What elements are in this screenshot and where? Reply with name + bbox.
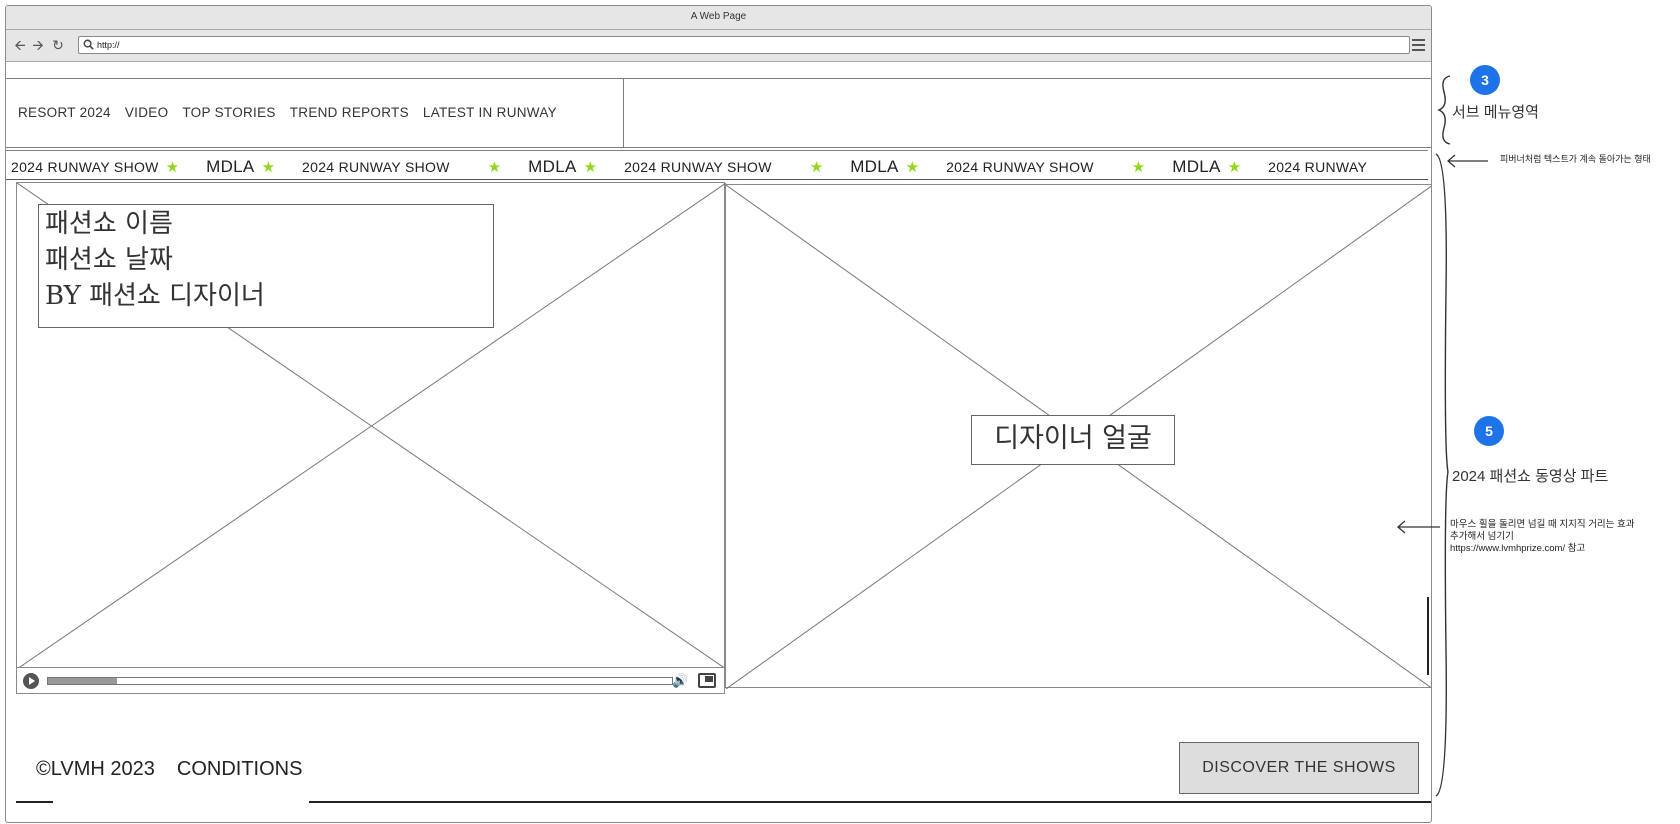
wheel-note-line-2: 추가해서 넘기기 [1450, 531, 1514, 542]
ticker-item: 2024 RUNWAY SHOW [946, 159, 1094, 175]
star-icon: ★ [583, 159, 598, 176]
nav-item-trend-reports[interactable]: TREND REPORTS [290, 105, 409, 120]
url-text: http:// [97, 40, 120, 50]
left-arrow-icon [1397, 520, 1440, 534]
star-icon: ★ [1227, 159, 1242, 176]
nav-item-resort-2024[interactable]: RESORT 2024 [18, 105, 111, 120]
marquee-ticker: 2024 RUNWAY SHOW ★ MDLA ★ 2024 RUNWAY SHOW… [6, 150, 1428, 180]
star-icon: ★ [809, 159, 824, 176]
show-date: 패션쇼 날짜 [45, 245, 173, 275]
nav-item-latest-in-runway[interactable]: LATEST IN RUNWAY [423, 105, 557, 120]
sub-menu: RESORT 2024 VIDEO TOP STORIES TREND REPO… [6, 79, 624, 147]
video-part-annotation: 2024 패션쇼 동영상 파트 [1452, 468, 1609, 485]
browser-window: A Web Page 🡨 🡪 ↻ http:// RESORT 2024 VID… [5, 5, 1432, 823]
annotation-badge-5: 5 [1474, 416, 1504, 446]
video-progress-fill [48, 678, 117, 684]
footer-links: ©LVMH 2023 CONDITIONS [36, 758, 302, 781]
sub-navbar: RESORT 2024 VIDEO TOP STORIES TREND REPO… [6, 78, 1431, 148]
play-icon[interactable] [23, 673, 39, 689]
volume-icon[interactable]: 🔊 [672, 672, 690, 690]
back-arrow-icon[interactable]: 🡨 [12, 37, 28, 53]
forward-arrow-icon[interactable]: 🡪 [30, 37, 46, 53]
designer-image-placeholder: 디자이너 얼굴 [725, 184, 1431, 689]
wheel-note-line-1: 마우스 휠을 돌리면 넘길 때 지지직 거리는 효과 [1450, 519, 1635, 530]
conditions-link[interactable]: CONDITIONS [177, 758, 303, 781]
fullscreen-icon[interactable] [698, 673, 716, 688]
show-name: 패션쇼 이름 [45, 209, 173, 239]
video-player[interactable]: 패션쇼 이름 패션쇼 날짜 BY 패션쇼 디자이너 🔊 [16, 182, 726, 694]
ticker-annotation: 피버너처럼 텍스트가 계속 돌아가는 형태 [1500, 154, 1651, 164]
reload-icon[interactable]: ↻ [50, 37, 66, 53]
ticker-item: 2024 RUNWAY [1268, 159, 1368, 175]
show-info-box: 패션쇼 이름 패션쇼 날짜 BY 패션쇼 디자이너 [38, 204, 494, 328]
wheel-annotation: 마우스 휠을 돌리면 넘길 때 지지직 거리는 효과 추가해서 넘기기 http… [1450, 519, 1635, 555]
star-icon: ★ [1131, 159, 1146, 176]
ticker-item: MDLA [1172, 157, 1221, 176]
show-designer: BY 패션쇼 디자이너 [45, 281, 265, 311]
star-icon: ★ [165, 159, 180, 176]
submenu-annotation: 서브 메뉴영역 [1452, 104, 1539, 121]
browser-toolbar: 🡨 🡪 ↻ http:// [6, 30, 1431, 62]
wheel-note-line-3: https://www.lvmhprize.com/ 참고 [1450, 543, 1586, 554]
hamburger-menu-icon[interactable] [1412, 39, 1425, 51]
ticker-item: 2024 RUNWAY SHOW [302, 159, 450, 175]
address-bar[interactable]: http:// [78, 36, 1410, 54]
ticker-item: 2024 RUNWAY SHOW [624, 159, 772, 175]
star-icon: ★ [905, 159, 920, 176]
video-controls: 🔊 [17, 667, 724, 693]
designer-face-label: 디자이너 얼굴 [971, 415, 1175, 465]
nav-item-video[interactable]: VIDEO [125, 105, 169, 120]
long-brace-icon [1435, 153, 1449, 797]
ticker-item: 2024 RUNWAY SHOW [11, 159, 159, 175]
video-progress-bar[interactable] [47, 677, 673, 685]
nav-item-top-stories[interactable]: TOP STORIES [182, 105, 275, 120]
copyright-text: ©LVMH 2023 [36, 758, 155, 780]
ticker-item: MDLA [206, 157, 255, 176]
scroll-indicator [1427, 597, 1429, 675]
annotation-badge-3: 3 [1470, 65, 1500, 95]
ticker-item: MDLA [528, 157, 577, 176]
star-icon: ★ [261, 159, 276, 176]
star-icon: ★ [487, 159, 502, 176]
search-icon [83, 39, 94, 50]
left-arrow-icon [1447, 154, 1488, 168]
window-title: A Web Page [6, 6, 1431, 30]
footer-divider-gap [53, 801, 309, 803]
ticker-item: MDLA [850, 157, 899, 176]
discover-the-shows-button[interactable]: DISCOVER THE SHOWS [1179, 742, 1419, 794]
